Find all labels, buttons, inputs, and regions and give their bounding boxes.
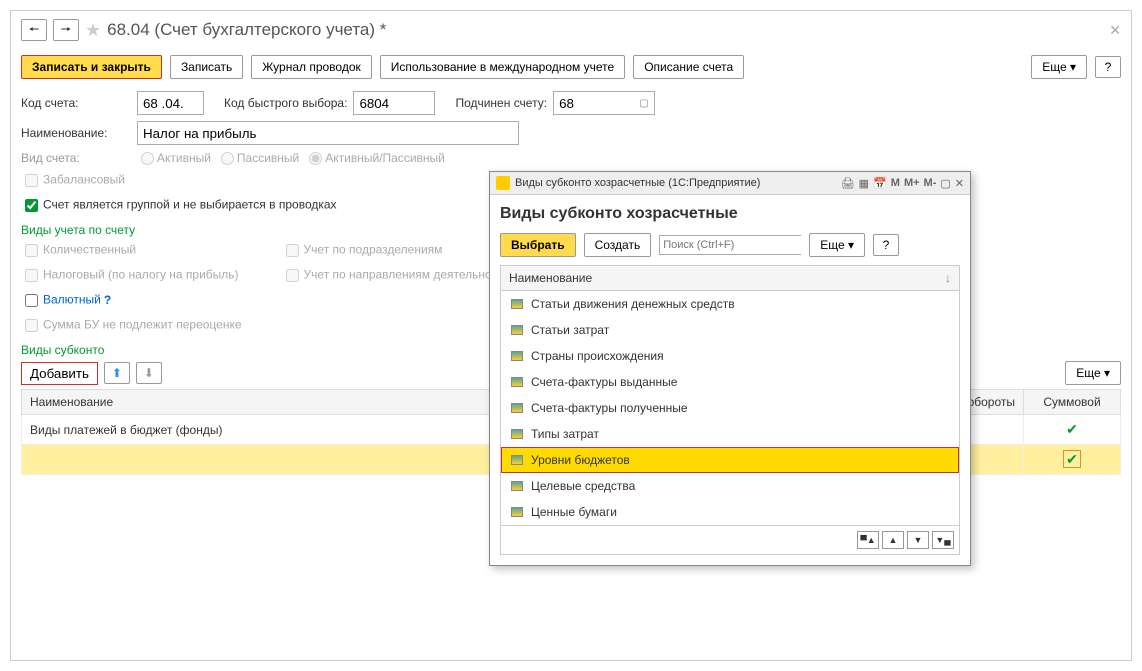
list-item[interactable]: Счета-фактуры выданные xyxy=(501,369,959,395)
list-item[interactable]: Целевые средства xyxy=(501,473,959,499)
noreval-check xyxy=(25,319,38,332)
popup-titlebar[interactable]: Виды субконто хозрасчетные (1С:Предприят… xyxy=(490,172,970,195)
nav-first-button[interactable]: ▀▲ xyxy=(857,531,879,549)
titlebar: 🠔 🠖 ★ 68.04 (Счет бухгалтерского учета) … xyxy=(11,11,1131,49)
popup-minimize-icon[interactable]: ▢ xyxy=(940,177,950,190)
currency-check[interactable] xyxy=(25,294,38,307)
select-button[interactable]: Выбрать xyxy=(500,233,576,257)
list-item[interactable]: Страны происхождения xyxy=(501,343,959,369)
type-active-radio xyxy=(141,152,154,165)
print-icon[interactable]: 🖨 xyxy=(841,177,855,190)
offbalance-check xyxy=(25,174,38,187)
more-button[interactable]: Еще ▾ xyxy=(1031,55,1087,79)
list-item[interactable]: Уровни бюджетов xyxy=(501,447,959,473)
save-close-button[interactable]: Записать и закрыть xyxy=(21,55,162,79)
code-label: Код счета: xyxy=(21,96,131,110)
m-minus-icon[interactable]: M- xyxy=(924,177,937,189)
popup-close-icon[interactable]: ✕ xyxy=(955,177,964,190)
save-button[interactable]: Записать xyxy=(170,55,243,79)
type-label: Вид счета: xyxy=(21,151,131,165)
col-sum[interactable]: Суммовой xyxy=(1024,390,1121,415)
calendar-icon[interactable]: 📅 xyxy=(873,177,887,190)
search-box[interactable]: × xyxy=(659,235,801,255)
popup-heading: Виды субконто хозрасчетные xyxy=(500,205,960,223)
parent-input[interactable] xyxy=(554,92,634,114)
list-header[interactable]: Наименование ↓ xyxy=(500,265,960,291)
activity-check xyxy=(286,269,299,282)
parent-combo[interactable]: ▢ xyxy=(553,91,654,115)
forward-button[interactable]: 🠖 xyxy=(53,19,79,41)
type-ap-radio xyxy=(309,152,322,165)
back-button[interactable]: 🠔 xyxy=(21,19,47,41)
quick-input[interactable] xyxy=(353,91,435,115)
parent-label: Подчинен счету: xyxy=(455,96,547,110)
list-item[interactable]: Счета-фактуры полученные xyxy=(501,395,959,421)
app-icon xyxy=(496,176,510,190)
search-input[interactable] xyxy=(660,236,808,254)
close-icon[interactable]: ✕ xyxy=(1109,22,1121,39)
popup-more-button[interactable]: Еще ▾ xyxy=(809,233,865,257)
list-nav: ▀▲ ▲ ▼ ▼▄ xyxy=(500,526,960,555)
list-item[interactable]: Статьи движения денежных средств xyxy=(501,291,959,317)
window-title: 68.04 (Счет бухгалтерского учета) * xyxy=(107,20,386,40)
tax-check xyxy=(25,269,38,282)
main-window: 🠔 🠖 ★ 68.04 (Счет бухгалтерского учета) … xyxy=(10,10,1132,661)
name-input[interactable] xyxy=(137,121,519,145)
popup-list: Статьи движения денежных средствСтатьи з… xyxy=(500,291,960,526)
m-icon[interactable]: M xyxy=(891,177,900,189)
quick-label: Код быстрого выбора: xyxy=(224,96,347,110)
grid-icon[interactable]: ▦ xyxy=(859,177,869,190)
move-down-button[interactable]: ⬇ xyxy=(136,362,162,384)
help-button[interactable]: ? xyxy=(1095,56,1121,78)
list-item[interactable]: Типы затрат xyxy=(501,421,959,447)
list-item[interactable]: Статьи затрат xyxy=(501,317,959,343)
popup-title: Виды субконто хозрасчетные (1С:Предприят… xyxy=(515,177,760,189)
desc-button[interactable]: Описание счета xyxy=(633,55,744,79)
move-up-button[interactable]: ⬆ xyxy=(104,362,130,384)
journal-button[interactable]: Журнал проводок xyxy=(251,55,372,79)
nav-down-button[interactable]: ▼ xyxy=(907,531,929,549)
intl-button[interactable]: Использование в международном учете xyxy=(380,55,625,79)
subkonto-picker-dialog: Виды субконто хозрасчетные (1С:Предприят… xyxy=(489,171,971,566)
table-more-button[interactable]: Еще ▾ xyxy=(1065,361,1121,385)
parent-open-icon[interactable]: ▢ xyxy=(634,98,653,109)
currency-help-icon[interactable]: ? xyxy=(104,293,111,307)
sort-icon[interactable]: ↓ xyxy=(945,271,951,285)
group-check[interactable] xyxy=(25,199,38,212)
m-plus-icon[interactable]: M+ xyxy=(904,177,920,189)
type-passive-radio xyxy=(221,152,234,165)
favorite-icon[interactable]: ★ xyxy=(85,20,101,41)
code-input[interactable] xyxy=(137,91,204,115)
list-item[interactable]: Ценные бумаги xyxy=(501,499,959,525)
name-label: Наименование: xyxy=(21,126,131,140)
main-toolbar: Записать и закрыть Записать Журнал прово… xyxy=(11,49,1131,85)
add-button[interactable]: Добавить xyxy=(21,362,98,385)
dept-check xyxy=(286,244,299,257)
create-button[interactable]: Создать xyxy=(584,233,652,257)
nav-up-button[interactable]: ▲ xyxy=(882,531,904,549)
popup-help-button[interactable]: ? xyxy=(873,234,899,256)
nav-last-button[interactable]: ▼▄ xyxy=(932,531,954,549)
qty-check xyxy=(25,244,38,257)
